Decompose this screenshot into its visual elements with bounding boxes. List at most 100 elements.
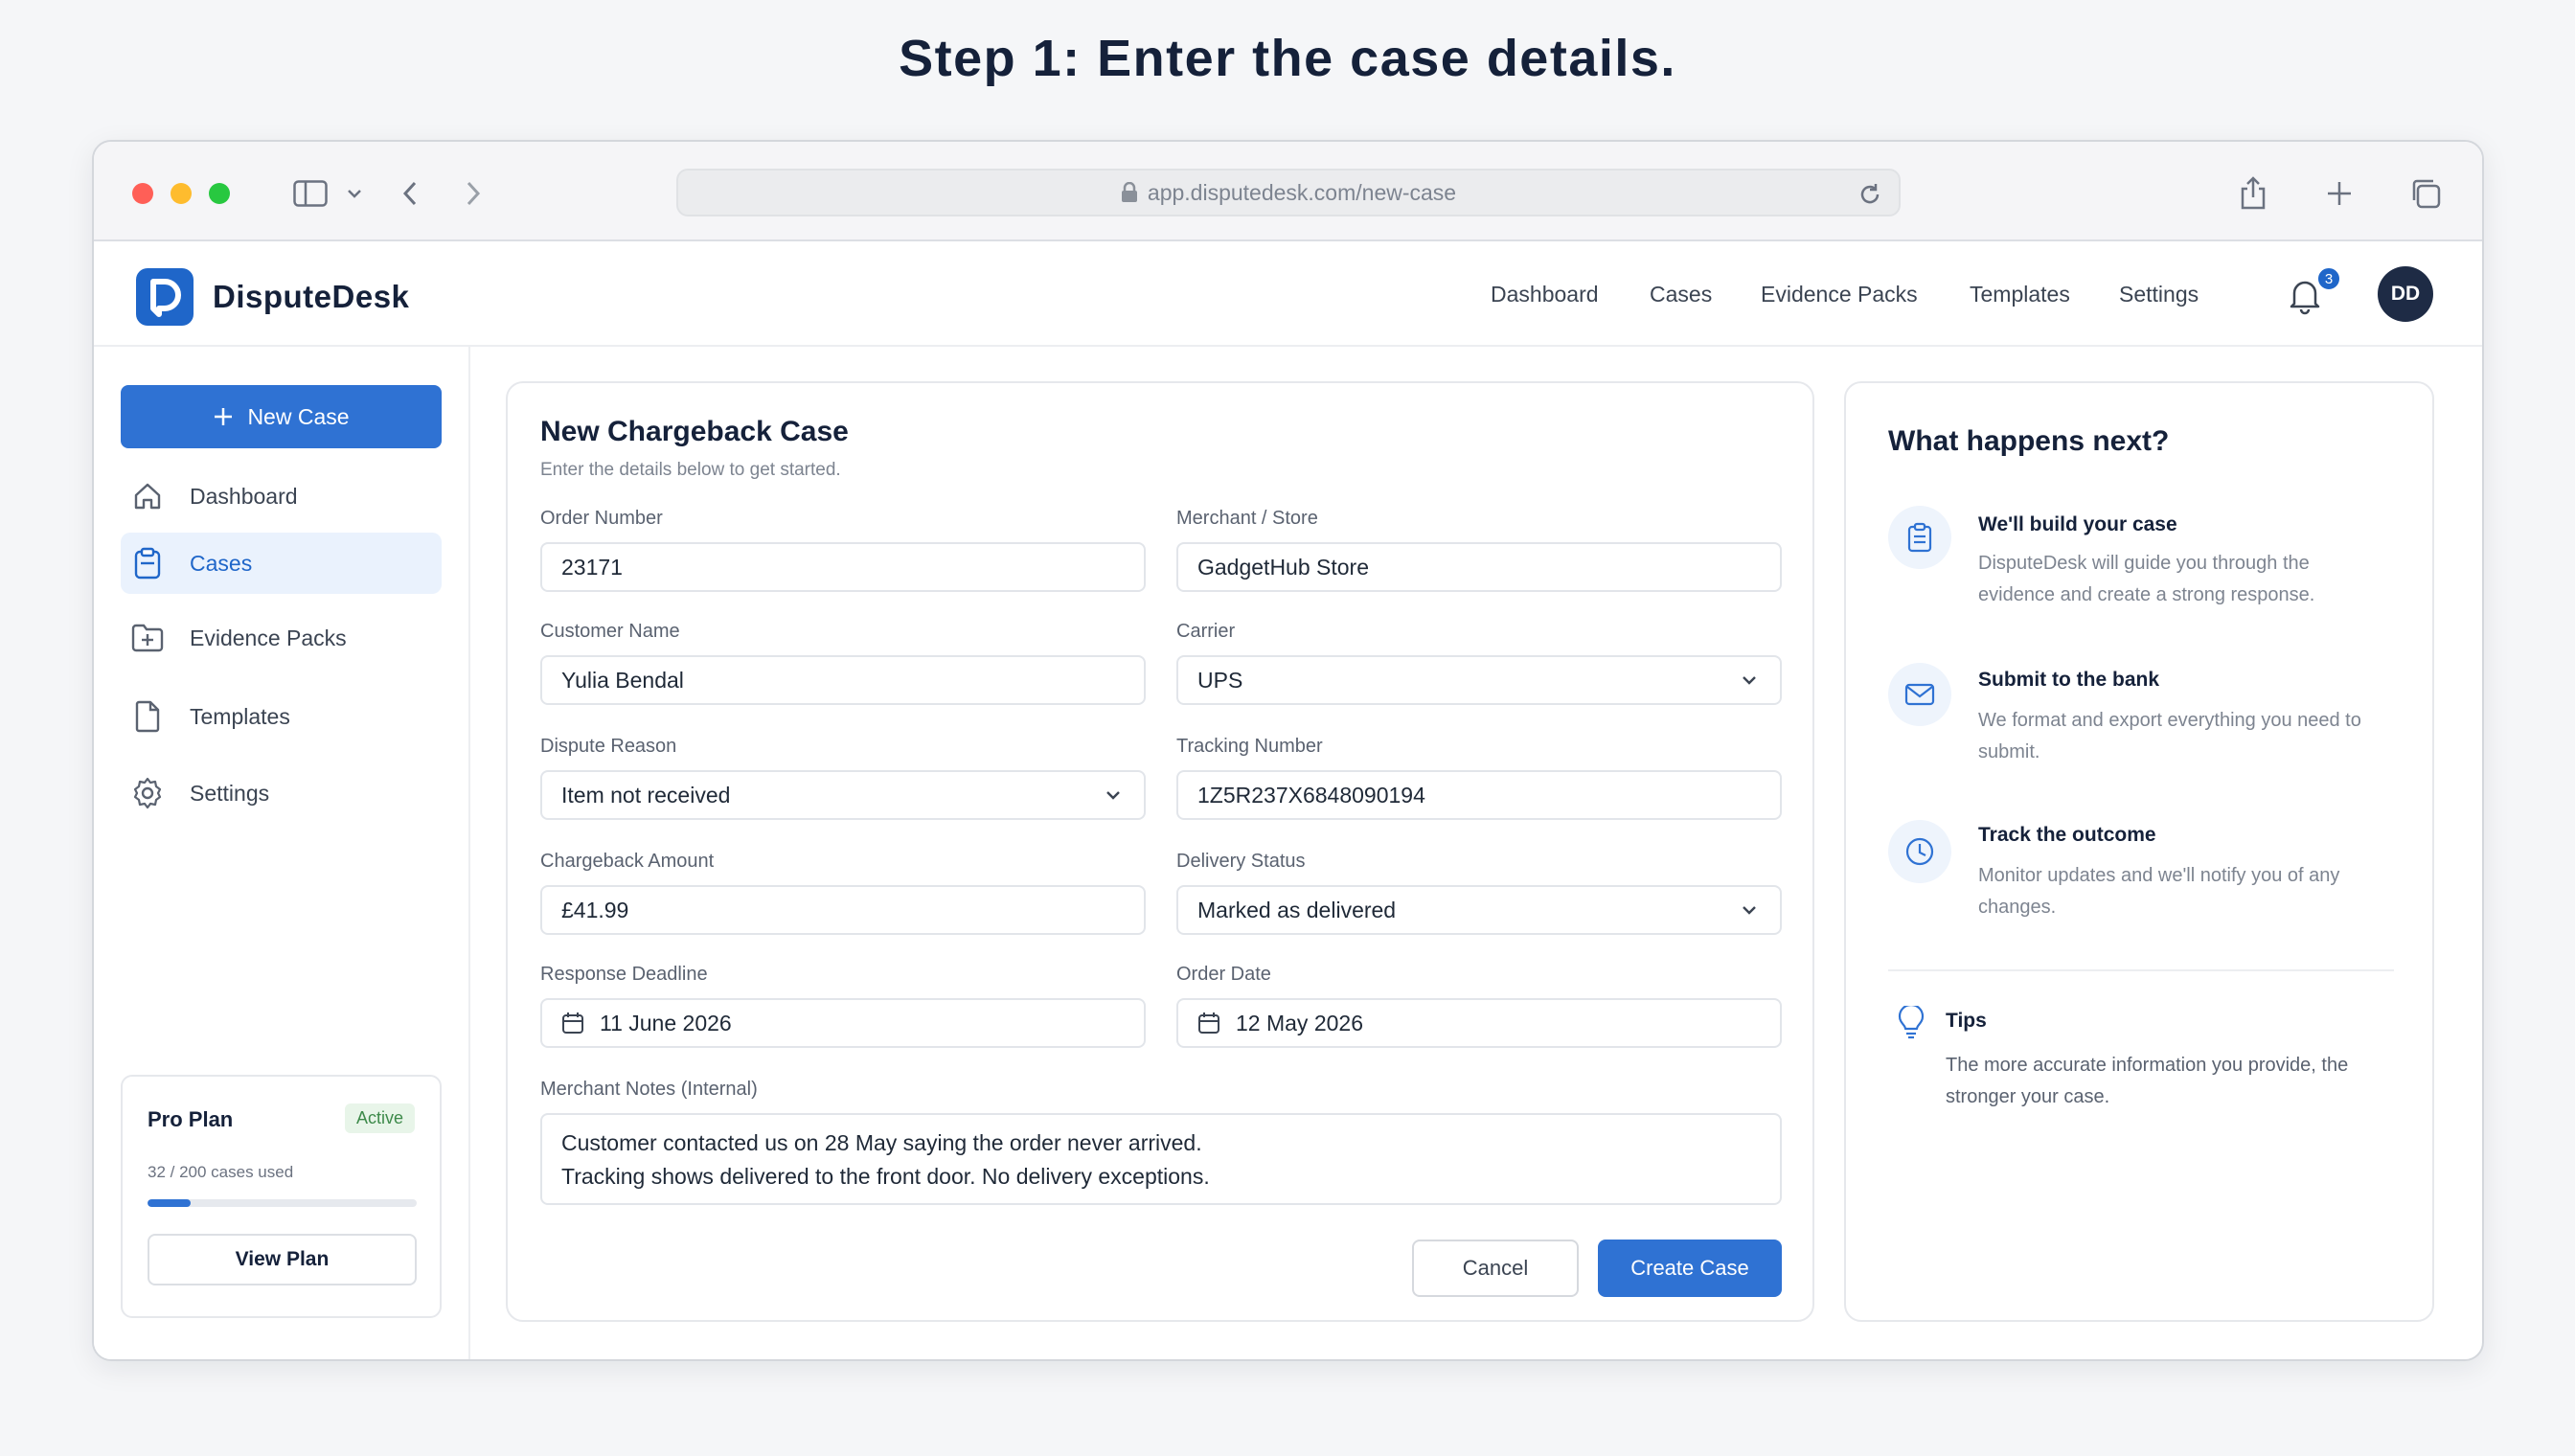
new-case-button[interactable]: New Case	[121, 385, 442, 448]
tabs-overview-icon[interactable]	[2406, 174, 2445, 213]
form-title: New Chargeback Case	[540, 416, 849, 447]
sidebar-item-templates[interactable]: Templates	[121, 686, 442, 747]
notes-line: Tracking shows delivered to the front do…	[561, 1164, 1210, 1189]
merchant-notes-label: Merchant Notes (Internal)	[540, 1079, 758, 1100]
nav-dashboard[interactable]: Dashboard	[1491, 282, 1599, 307]
response-deadline-value: 11 June 2026	[600, 1010, 732, 1035]
carrier-select[interactable]: UPS	[1176, 655, 1782, 705]
sidebar-toggle-icon[interactable]	[291, 174, 330, 213]
chargeback-amount-label: Chargeback Amount	[540, 851, 715, 872]
tips-text: The more accurate information you provid…	[1946, 1055, 2349, 1107]
folder-plus-icon	[130, 621, 165, 655]
app-header: DisputeDesk Dashboard Cases Evidence Pac…	[94, 241, 2482, 347]
share-icon[interactable]	[2234, 174, 2272, 213]
sidebar-item-settings[interactable]: Settings	[121, 762, 442, 824]
chevron-down-icon	[1743, 676, 1756, 685]
minimize-window-button[interactable]	[171, 183, 192, 204]
plan-card: Pro Plan Active 32 / 200 cases used View…	[121, 1075, 442, 1318]
sidebar-item-label: Settings	[190, 780, 270, 806]
next-step-title: Submit to the bank	[1978, 669, 2159, 691]
app-logo[interactable]: DisputeDesk	[136, 268, 409, 326]
order-number-label: Order Number	[540, 508, 663, 529]
order-date-value: 12 May 2026	[1236, 1010, 1363, 1035]
order-number-field[interactable]: 23171	[540, 542, 1146, 592]
tracking-number-field[interactable]: 1Z5R237X6848090194	[1176, 770, 1782, 820]
clipboard-icon	[1888, 506, 1951, 569]
new-case-form: New Chargeback Case Enter the details be…	[506, 381, 1814, 1322]
calendar-icon	[562, 1012, 583, 1034]
avatar[interactable]: DD	[2378, 266, 2433, 322]
url-text: app.disputedesk.com/new-case	[1147, 179, 1457, 205]
next-step-desc: DisputeDesk will guide you through the e…	[1978, 553, 2315, 605]
create-case-button[interactable]: Create Case	[1598, 1240, 1782, 1297]
merchant-label: Merchant / Store	[1176, 508, 1318, 529]
tracking-number-label: Tracking Number	[1176, 736, 1323, 757]
clock-icon	[1888, 820, 1951, 883]
order-date-field[interactable]: 12 May 2026	[1176, 998, 1782, 1048]
chevron-down-icon[interactable]	[343, 174, 366, 213]
delivery-status-label: Delivery Status	[1176, 851, 1306, 872]
gear-icon	[130, 776, 165, 810]
step-title: Step 1: Enter the case details.	[899, 30, 1676, 87]
app-name: DisputeDesk	[213, 279, 410, 314]
lightbulb-icon	[1898, 1006, 1925, 1039]
order-date-label: Order Date	[1176, 964, 1271, 985]
next-step-title: Track the outcome	[1978, 824, 2156, 846]
sidebar-item-label: Evidence Packs	[190, 625, 347, 650]
maximize-window-button[interactable]	[209, 183, 230, 204]
new-case-label: New Case	[247, 403, 350, 429]
carrier-value: UPS	[1197, 667, 1243, 693]
response-deadline-label: Response Deadline	[540, 964, 708, 985]
chevron-down-icon	[1106, 791, 1120, 800]
carrier-label: Carrier	[1176, 621, 1236, 642]
refresh-icon[interactable]	[1857, 181, 1883, 208]
nav-evidence-packs[interactable]: Evidence Packs	[1761, 282, 1918, 307]
sidebar-item-label: Templates	[190, 703, 290, 729]
plan-usage-bar	[148, 1199, 417, 1207]
sidebar-item-label: Cases	[190, 550, 253, 576]
chevron-down-icon	[1743, 906, 1756, 915]
view-plan-button[interactable]: View Plan	[148, 1234, 417, 1285]
file-icon	[130, 699, 165, 734]
status-badge: Active	[344, 1103, 415, 1133]
nav-settings[interactable]: Settings	[2119, 282, 2199, 307]
notes-line: Customer contacted us on 28 May saying t…	[561, 1130, 1202, 1155]
plan-name: Pro Plan	[148, 1107, 234, 1131]
cancel-button[interactable]: Cancel	[1412, 1240, 1579, 1297]
logo-mark-icon	[136, 268, 194, 326]
delivery-status-select[interactable]: Marked as delivered	[1176, 885, 1782, 935]
customer-name-label: Customer Name	[540, 621, 680, 642]
dispute-reason-select[interactable]: Item not received	[540, 770, 1146, 820]
response-deadline-field[interactable]: 11 June 2026	[540, 998, 1146, 1048]
forward-arrow-icon[interactable]	[454, 174, 492, 213]
nav-cases[interactable]: Cases	[1650, 282, 1712, 307]
customer-name-field[interactable]: Yulia Bendal	[540, 655, 1146, 705]
next-steps-panel: What happens next? We'll build your case…	[1844, 381, 2434, 1322]
plan-usage: 32 / 200 cases used	[148, 1163, 294, 1181]
nav-templates[interactable]: Templates	[1970, 282, 2070, 307]
merchant-field[interactable]: GadgetHub Store	[1176, 542, 1782, 592]
next-steps-title: What happens next?	[1888, 425, 2170, 457]
dispute-reason-value: Item not received	[561, 782, 731, 808]
back-arrow-icon[interactable]	[391, 174, 429, 213]
next-step-desc: Monitor updates and we'll notify you of …	[1978, 865, 2340, 918]
sidebar-item-dashboard[interactable]: Dashboard	[121, 466, 442, 527]
merchant-notes-textarea[interactable]: Customer contacted us on 28 May saying t…	[540, 1113, 1782, 1205]
chargeback-amount-field[interactable]: £41.99	[540, 885, 1146, 935]
delivery-status-value: Marked as delivered	[1197, 897, 1397, 922]
mail-icon	[1888, 663, 1951, 726]
new-tab-icon[interactable]	[2320, 174, 2359, 213]
sidebar-item-cases[interactable]: Cases	[121, 533, 442, 594]
clipboard-icon	[130, 546, 165, 580]
calendar-icon	[1198, 1012, 1219, 1034]
next-step-desc: We format and export everything you need…	[1978, 710, 2361, 762]
dispute-reason-label: Dispute Reason	[540, 736, 677, 757]
browser-window: app.disputedesk.com/new-case DisputeDesk…	[92, 140, 2484, 1361]
sidebar-item-evidence-packs[interactable]: Evidence Packs	[121, 607, 442, 669]
sidebar-item-label: Dashboard	[190, 483, 298, 509]
home-icon	[130, 479, 165, 513]
notification-badge: 3	[2316, 266, 2341, 291]
address-bar[interactable]: app.disputedesk.com/new-case	[676, 169, 1901, 216]
close-window-button[interactable]	[132, 183, 153, 204]
plus-icon	[215, 408, 233, 425]
